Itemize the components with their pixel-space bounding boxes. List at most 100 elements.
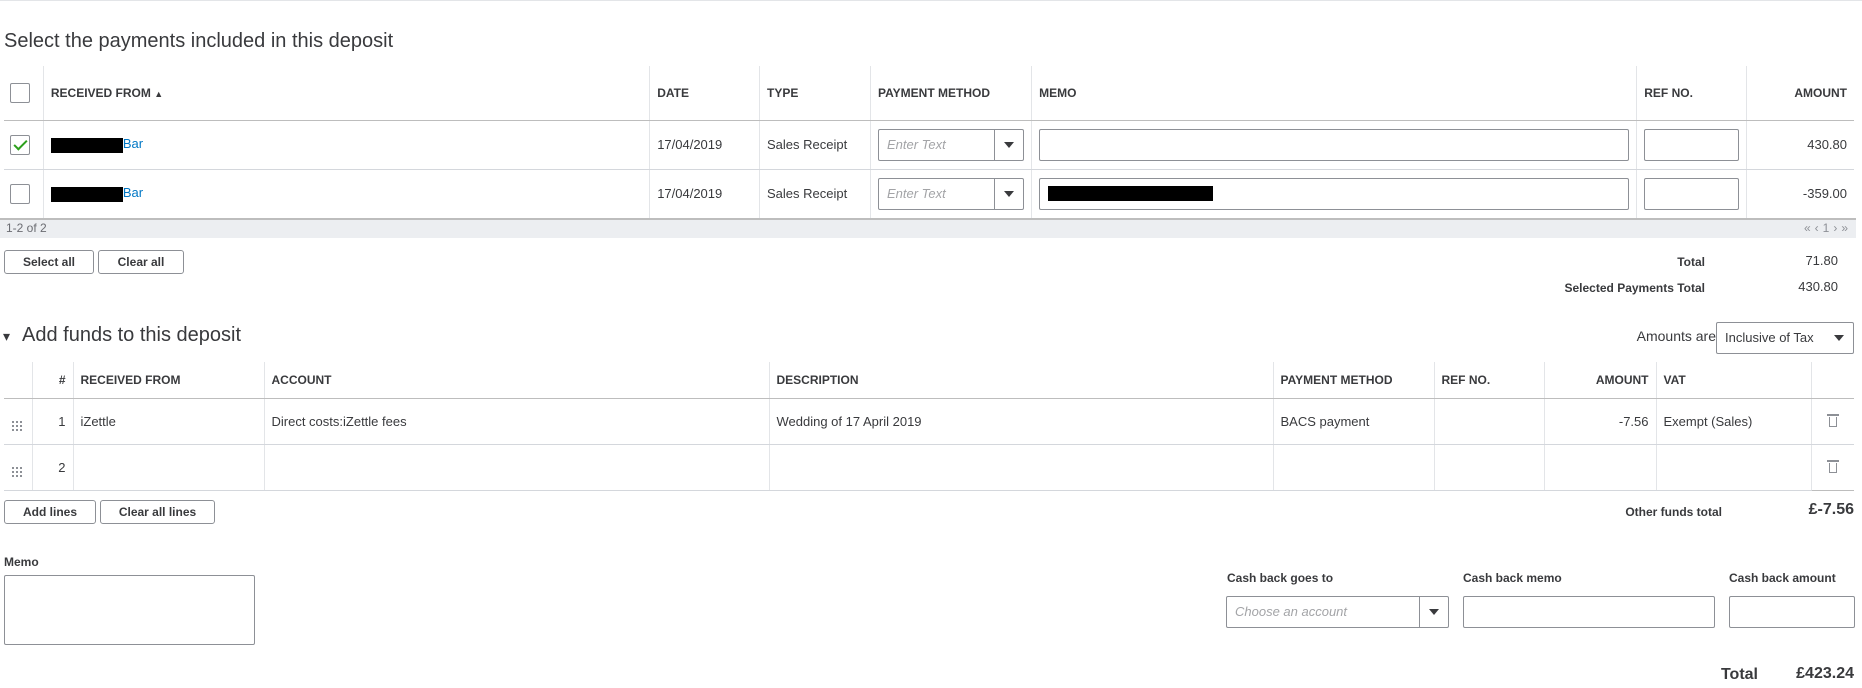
- add-lines-button[interactable]: Add lines: [4, 500, 96, 524]
- memo-input[interactable]: [1039, 177, 1630, 210]
- selected-total-value: 430.80: [1798, 279, 1838, 294]
- redacted-block: [50, 137, 123, 153]
- col-payment-method: PAYMENT METHOD: [1273, 362, 1435, 399]
- cashback-amount-label: Cash back amount: [1729, 571, 1836, 585]
- memo-textarea[interactable]: [4, 575, 255, 645]
- payment-method-cell[interactable]: [1273, 444, 1435, 491]
- received-from-link[interactable]: Bar: [123, 185, 143, 200]
- received-from-cell[interactable]: [73, 444, 265, 491]
- col-received-from: RECEIVED FROM: [73, 362, 265, 399]
- payments-total-label: Total: [1677, 255, 1705, 269]
- col-vat: VAT: [1656, 362, 1812, 399]
- account-cell[interactable]: [264, 444, 770, 491]
- selected-total-label: Selected Payments Total: [1564, 281, 1706, 295]
- date-cell: 17/04/2019: [649, 120, 760, 170]
- amounts-are-select[interactable]: Inclusive of Tax: [1716, 322, 1854, 354]
- date-cell: 17/04/2019: [649, 169, 760, 219]
- payments-total-value: 71.80: [1805, 253, 1838, 268]
- row-checkbox[interactable]: [10, 183, 30, 204]
- cashback-account-select[interactable]: Choose an account: [1226, 596, 1449, 628]
- redacted-block: [50, 186, 123, 202]
- payment-method-cell[interactable]: BACS payment: [1273, 398, 1435, 445]
- ref-no-input[interactable]: [1644, 177, 1740, 210]
- amount-cell[interactable]: [1544, 444, 1657, 491]
- ref-no-cell[interactable]: [1434, 398, 1545, 445]
- chevron-down-icon[interactable]: [1419, 597, 1448, 627]
- memo-label: Memo: [4, 555, 39, 569]
- funds-table: # RECEIVED FROM ACCOUNT DESCRIPTION PAYM…: [4, 362, 1854, 491]
- col-date[interactable]: DATE: [649, 66, 760, 121]
- funds-header-row: # RECEIVED FROM ACCOUNT DESCRIPTION PAYM…: [4, 362, 1854, 399]
- col-delete: [1811, 362, 1854, 399]
- select-all-button[interactable]: Select all: [4, 250, 94, 274]
- received-from-link[interactable]: Bar: [123, 136, 143, 151]
- payments-section-title: Select the payments included in this dep…: [4, 30, 394, 52]
- line-number: 2: [32, 444, 74, 491]
- prev-page-icon[interactable]: ‹: [1815, 221, 1823, 235]
- top-divider: [0, 0, 1862, 1]
- grand-total-label: Total: [1720, 666, 1758, 683]
- clear-all-lines-button[interactable]: Clear all lines: [100, 500, 215, 524]
- cashback-amount-input[interactable]: [1729, 596, 1855, 628]
- last-page-icon[interactable]: »: [1841, 221, 1852, 235]
- table-row[interactable]: Bar 17/04/2019 Sales Receipt Enter Text …: [4, 120, 1854, 170]
- col-received-from[interactable]: RECEIVED FROM ▲: [43, 66, 651, 121]
- drag-handle-icon[interactable]: [12, 421, 22, 431]
- col-account: ACCOUNT: [264, 362, 770, 399]
- description-cell[interactable]: [769, 444, 1274, 491]
- chevron-down-icon[interactable]: [1824, 323, 1853, 353]
- pager-bar: 1-2 of 2 «‹1›»: [0, 218, 1856, 238]
- table-row[interactable]: Bar 17/04/2019 Sales Receipt Enter Text …: [4, 169, 1854, 219]
- vat-cell[interactable]: Exempt (Sales): [1656, 398, 1812, 445]
- funds-collapse-icon[interactable]: ▾: [3, 328, 10, 345]
- cashback-account-label: Cash back goes to: [1227, 571, 1334, 585]
- chevron-down-icon[interactable]: [994, 129, 1023, 160]
- drag-handle-icon[interactable]: [12, 467, 22, 477]
- payments-table: RECEIVED FROM ▲ DATE TYPE PAYMENT METHOD…: [4, 66, 1854, 219]
- account-cell[interactable]: Direct costs:iZettle fees: [264, 398, 770, 445]
- amount-cell[interactable]: -7.56: [1544, 398, 1657, 445]
- received-from-cell[interactable]: iZettle: [73, 398, 265, 445]
- line-number: 1: [32, 398, 74, 445]
- trash-icon[interactable]: [1826, 413, 1839, 427]
- redacted-block: [1048, 186, 1214, 201]
- col-type[interactable]: TYPE: [759, 66, 871, 121]
- amount-cell: 430.80: [1746, 120, 1854, 170]
- row-checkbox[interactable]: [10, 134, 30, 155]
- ref-no-cell[interactable]: [1434, 444, 1545, 491]
- select-all-checkbox[interactable]: [10, 82, 30, 103]
- table-row[interactable]: 2: [4, 444, 1854, 491]
- amounts-are-label: Amounts are: [1636, 328, 1716, 344]
- clear-all-button[interactable]: Clear all: [98, 250, 184, 274]
- other-funds-total-label: Other funds total: [1625, 505, 1722, 519]
- pager-count: 1-2 of 2: [6, 221, 47, 235]
- page-number: 1: [1822, 221, 1834, 235]
- vat-cell[interactable]: [1656, 444, 1812, 491]
- grand-total-value: £423.24: [1796, 665, 1854, 682]
- col-ref-no[interactable]: REF NO.: [1636, 66, 1748, 121]
- type-cell: Sales Receipt: [759, 169, 871, 219]
- col-payment-method[interactable]: PAYMENT METHOD: [870, 66, 1033, 121]
- payment-method-select[interactable]: Enter Text: [877, 128, 1025, 161]
- col-description: DESCRIPTION: [769, 362, 1274, 399]
- funds-section-title: Add funds to this deposit: [22, 324, 242, 346]
- col-drag: [4, 362, 33, 399]
- pager-controls: «‹1›»: [1804, 221, 1852, 235]
- first-page-icon[interactable]: «: [1804, 221, 1815, 235]
- ref-no-input[interactable]: [1644, 128, 1740, 161]
- table-row[interactable]: 1 iZettle Direct costs:iZettle fees Wedd…: [4, 398, 1854, 445]
- trash-icon[interactable]: [1826, 459, 1839, 473]
- chevron-down-icon[interactable]: [994, 178, 1023, 209]
- amount-cell: -359.00: [1746, 169, 1854, 219]
- select-all-header: [4, 66, 44, 121]
- col-line-number: #: [32, 362, 74, 399]
- col-memo[interactable]: MEMO: [1031, 66, 1638, 121]
- cashback-memo-input[interactable]: [1463, 596, 1715, 628]
- payment-method-select[interactable]: Enter Text: [877, 177, 1025, 210]
- memo-input[interactable]: [1039, 128, 1630, 161]
- col-amount[interactable]: AMOUNT: [1746, 66, 1854, 121]
- col-ref-no: REF NO.: [1434, 362, 1545, 399]
- other-funds-total-value: £-7.56: [1808, 501, 1854, 518]
- description-cell[interactable]: Wedding of 17 April 2019: [769, 398, 1274, 445]
- payments-header-row: RECEIVED FROM ▲ DATE TYPE PAYMENT METHOD…: [4, 66, 1854, 121]
